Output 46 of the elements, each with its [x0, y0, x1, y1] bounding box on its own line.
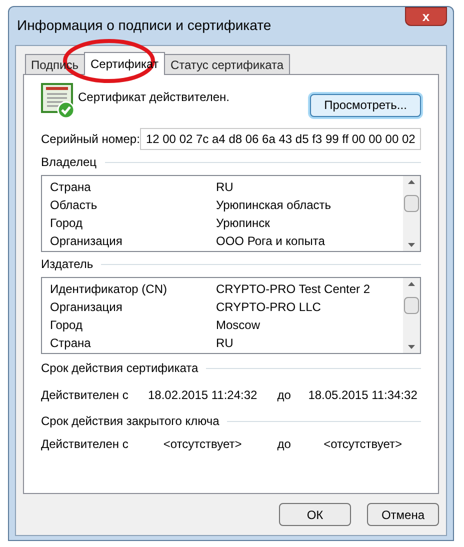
valid-from-label: Действителен с: [41, 388, 130, 403]
property-value: CRYPTO-PRO Test Center 2: [216, 282, 370, 296]
property-value: Урюпинск: [216, 216, 270, 230]
property-name: Идентификатор (CN): [50, 282, 168, 296]
certificate-check-icon: [41, 83, 75, 119]
scroll-down-icon[interactable]: [408, 345, 415, 349]
valid-to-date: 18.05.2015 11:34:32: [307, 388, 418, 403]
window-title: Информация о подписи и сертификате: [16, 16, 272, 35]
property-value: Moscow: [216, 318, 260, 332]
property-value: CRYPTO-PRO LLC: [216, 300, 321, 314]
group-title: Срок действия сертификата: [41, 361, 198, 376]
valid-from-label: Действителен с: [41, 437, 130, 452]
view-button[interactable]: Просмотреть...: [310, 94, 421, 117]
scrollbar[interactable]: [403, 176, 420, 251]
group-title: Владелец: [41, 155, 97, 170]
property-name: Страна: [50, 180, 92, 194]
property-name: Организация: [50, 300, 124, 314]
scroll-thumb[interactable]: [404, 195, 419, 212]
group-title: Срок действия закрытого ключа: [41, 414, 220, 429]
status-text: Сертификат действителен.: [78, 90, 231, 105]
serial-field[interactable]: 12 00 02 7c a4 d8 06 6a 43 d5 f3 99 ff 00 00 00 02: [140, 128, 422, 150]
property-name: Город: [50, 216, 84, 230]
property-name: Страна: [50, 336, 92, 350]
close-button[interactable]: x: [405, 7, 447, 26]
property-value: RU: [216, 180, 234, 194]
tab[interactable]: Статус сертификата: [164, 54, 290, 74]
valid-from-date: <отсутствует>: [162, 437, 243, 452]
property-value: ООО Рога и копыта: [216, 234, 325, 248]
property-name: Область: [50, 198, 98, 212]
valid-to-label: до: [276, 437, 292, 452]
valid-to-label: до: [276, 388, 292, 403]
property-value: RU: [216, 336, 234, 350]
scrollbar[interactable]: [403, 278, 420, 353]
valid-from-date: 18.02.2015 11:24:32: [146, 388, 258, 403]
scroll-up-icon[interactable]: [408, 180, 415, 184]
property-name: Организация: [50, 234, 124, 248]
dialog-button[interactable]: ОК: [279, 503, 351, 526]
property-name: Город: [50, 318, 84, 332]
scroll-thumb[interactable]: [404, 297, 419, 314]
dialog-button[interactable]: Отмена: [367, 503, 439, 526]
scroll-up-icon[interactable]: [408, 282, 415, 286]
scroll-down-icon[interactable]: [408, 243, 415, 247]
valid-to-date: <отсутствует>: [322, 437, 403, 452]
group-title: Издатель: [41, 257, 94, 272]
property-value: Урюпинская область: [216, 198, 332, 212]
serial-label: Серийный номер:: [41, 132, 140, 146]
